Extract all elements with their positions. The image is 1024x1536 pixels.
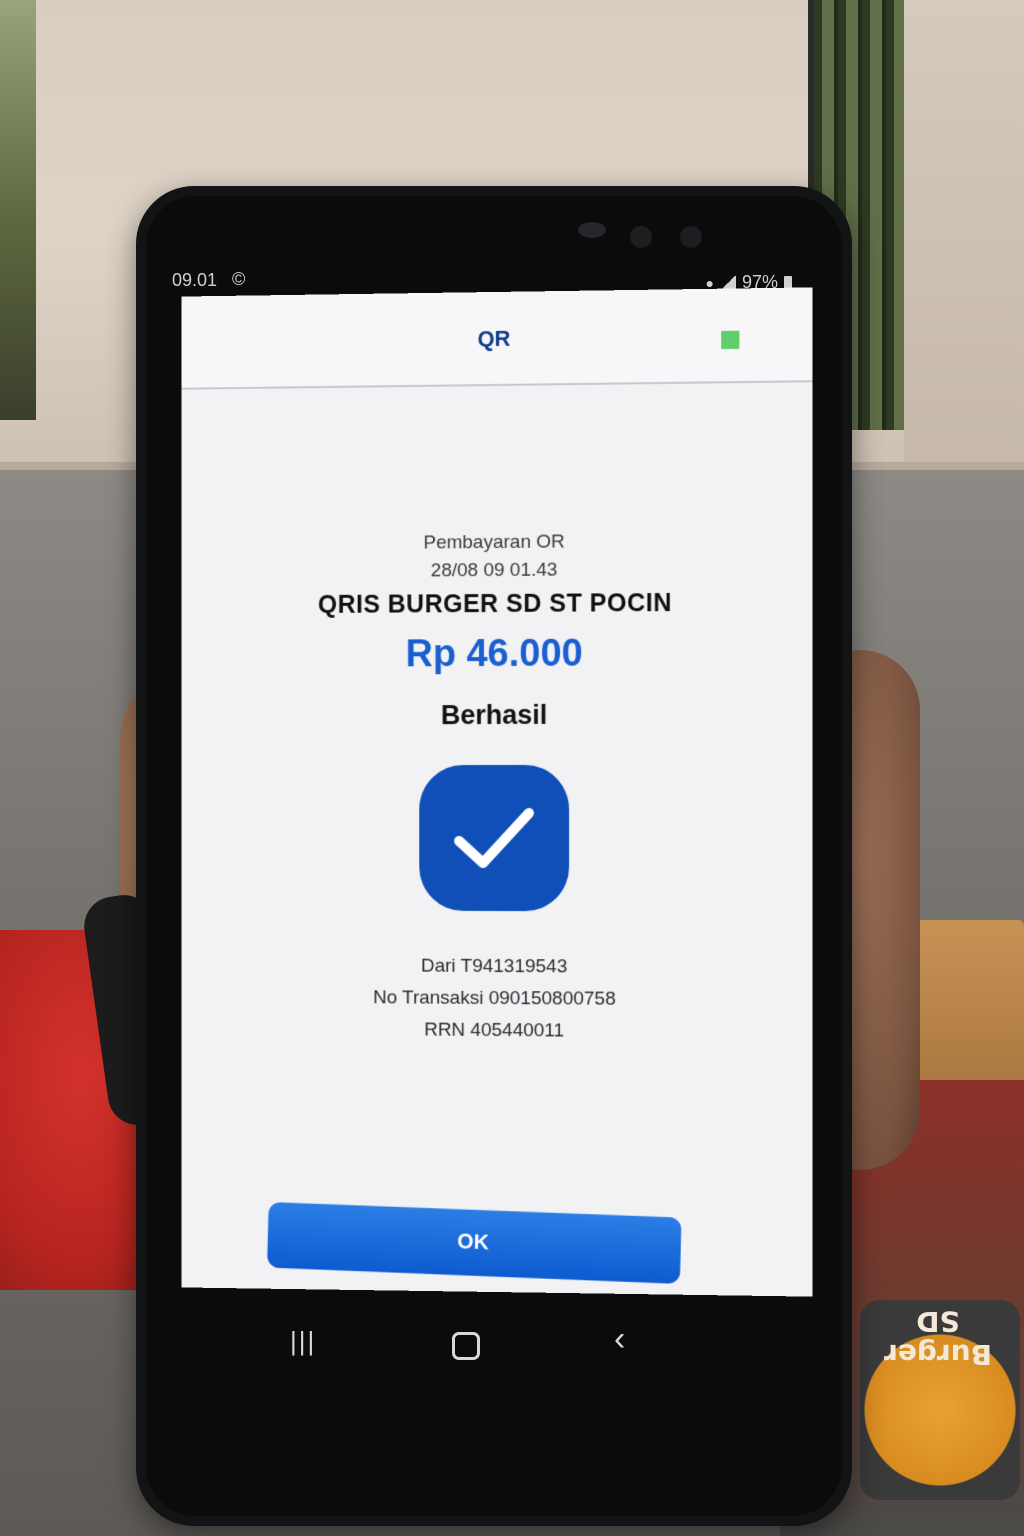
back-button[interactable]: ‹ [614, 1320, 625, 1359]
connection-status-indicator [721, 330, 740, 350]
navigation-bar: ||| ‹ [180, 1310, 800, 1390]
transaction-from: Dari T941319543 [421, 955, 568, 978]
background-pillar [904, 0, 1024, 470]
transaction-datetime: 28/08 09 01.43 [430, 559, 558, 582]
checkmark-icon [454, 807, 534, 869]
transaction-type: Pembayaran OR [423, 531, 565, 554]
recent-apps-button[interactable]: ||| [290, 1326, 316, 1357]
signal-icon [719, 275, 736, 290]
transaction-rrn: RRN 405440011 [424, 1019, 565, 1042]
copyright-icon: © [232, 269, 246, 289]
background-mat-text: Burger SD [884, 1305, 992, 1371]
app-screen: QR Pembayaran OR 28/08 09 01.43 QRIS BUR… [181, 287, 813, 1297]
app-header: QR [181, 287, 813, 390]
ok-button[interactable]: OK [267, 1201, 682, 1285]
phone-sensor [578, 222, 606, 238]
page-title: QR [477, 325, 511, 352]
front-sensor-icon [680, 226, 702, 248]
merchant-name: QRIS BURGER SD ST POCIN [317, 588, 672, 619]
payment-amount: Rp 46.000 [405, 632, 583, 676]
background-window-left [0, 0, 36, 420]
receipt-content: Pembayaran OR 28/08 09 01.43 QRIS BURGER… [181, 530, 812, 1050]
success-check-icon [419, 764, 570, 912]
status-time: 09.01 [172, 270, 218, 290]
home-button[interactable] [452, 1332, 480, 1360]
front-camera-icon [630, 226, 652, 248]
transaction-number: No Transaksi 090150800758 [373, 987, 616, 1010]
payment-status: Berhasil [440, 699, 548, 731]
